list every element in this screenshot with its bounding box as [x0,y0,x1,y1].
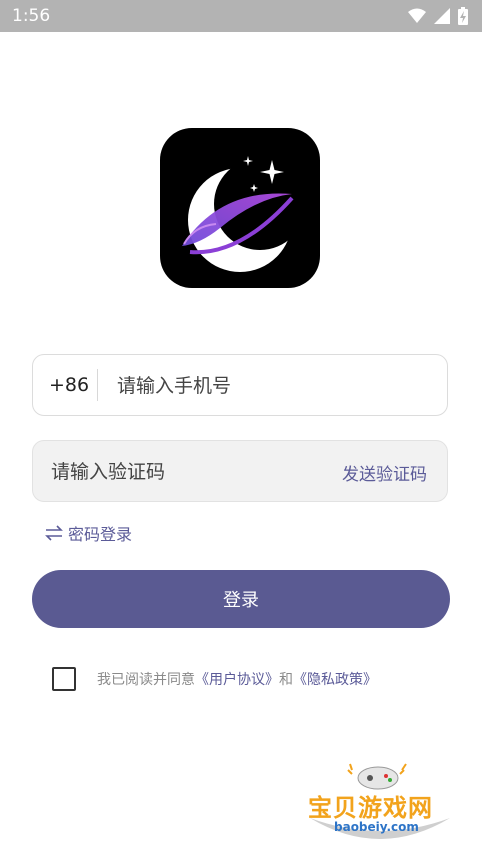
swap-icon [45,525,63,541]
watermark: 宝贝游戏网 baobeiy.com [300,760,460,850]
verification-code-field: 发送验证码 [32,440,448,502]
app-logo [160,128,320,288]
user-agreement-link[interactable]: 《用户协议》 [195,672,279,688]
agreement-prefix: 我已阅读并同意 [97,672,195,688]
login-button[interactable]: 登录 [32,570,450,628]
privacy-policy-link[interactable]: 《隐私政策》 [293,672,377,688]
watermark-title: 宝贝游戏网 [308,794,433,822]
signal-icon [434,8,450,24]
status-bar: 1:56 [0,0,482,32]
agree-checkbox[interactable] [52,667,76,691]
agreement-text: 我已阅读并同意《用户协议》和《隐私政策》 [97,669,377,689]
phone-input[interactable] [115,365,439,407]
send-code-button[interactable]: 发送验证码 [342,460,427,485]
moon-logo-icon [182,156,294,272]
status-time: 1:56 [12,6,51,26]
password-login-label: 密码登录 [68,525,133,544]
verification-code-input[interactable] [49,451,313,493]
password-login-link[interactable]: 密码登录 [44,521,132,545]
watermark-site: baobeiy.com [334,820,419,834]
status-icons [408,7,468,25]
agreement-and: 和 [279,672,293,688]
country-code[interactable]: +86 [49,374,89,396]
login-button-label: 登录 [223,590,259,611]
phone-field: +86 [32,354,448,416]
field-divider [97,369,98,401]
wifi-icon [408,8,426,23]
battery-icon [458,7,468,25]
